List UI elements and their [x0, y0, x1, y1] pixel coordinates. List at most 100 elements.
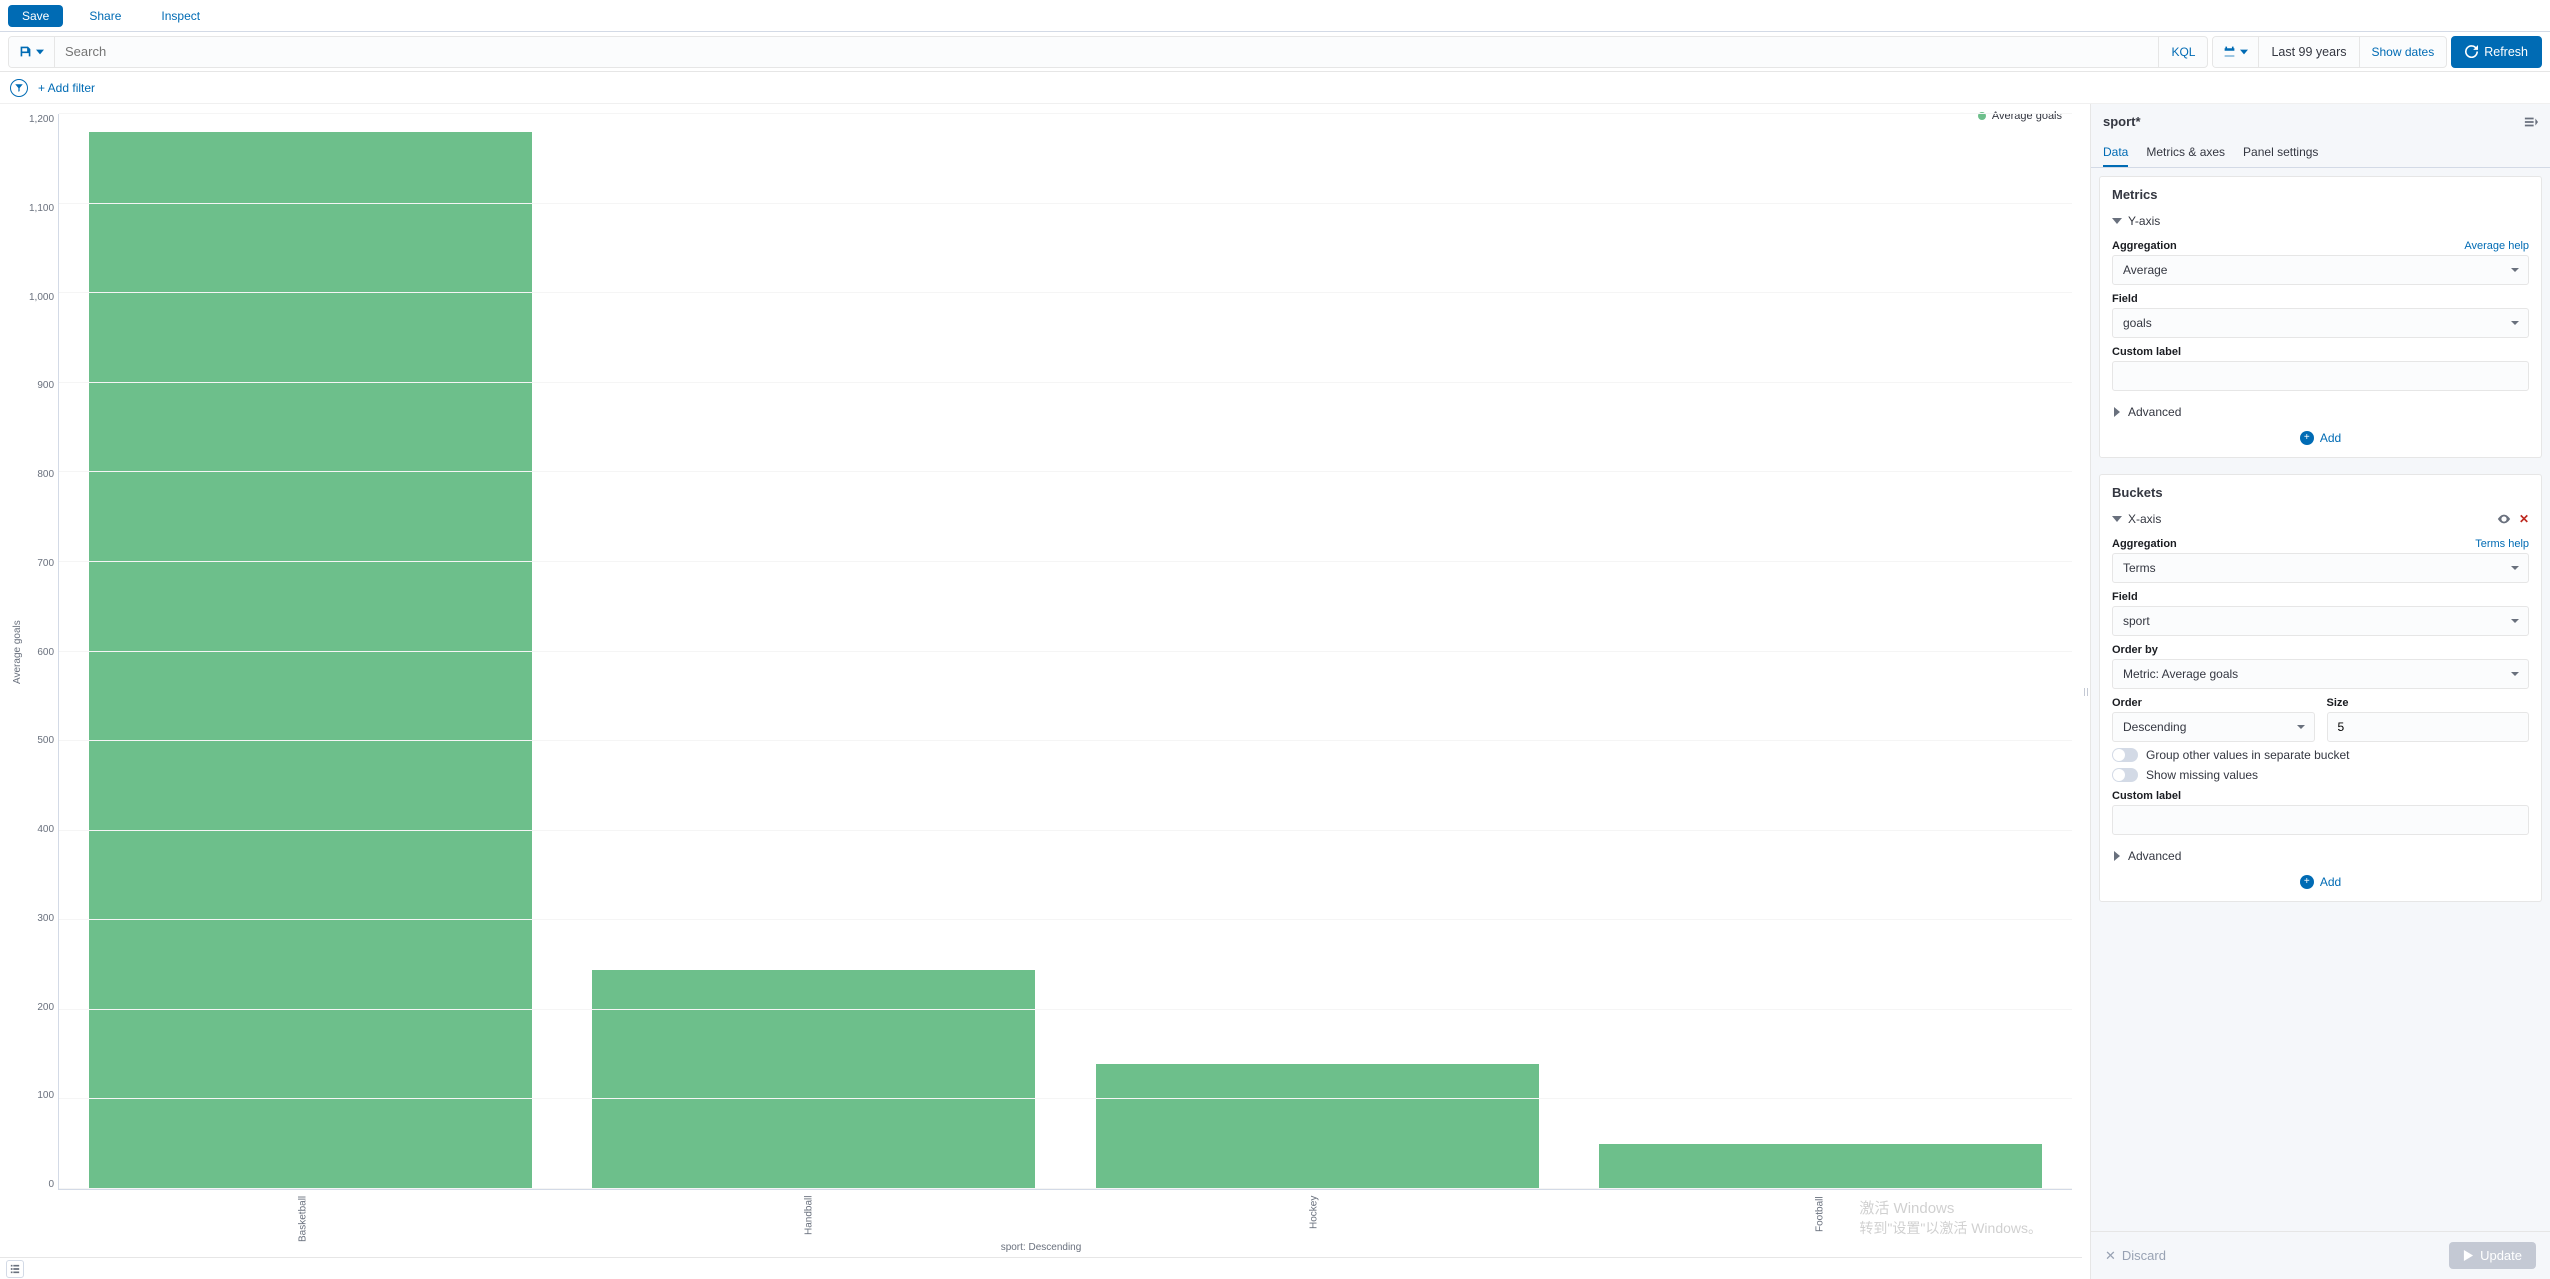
chart-bottom-bar [0, 1257, 2082, 1279]
grip-icon [2083, 682, 2089, 702]
filter-bar: + Add filter [0, 72, 2550, 104]
panel-collapse-icon[interactable] [2524, 115, 2538, 129]
chart-column: Average goals Average goals 1,2001,1001,… [0, 104, 2082, 1279]
show-missing-label: Show missing values [2146, 768, 2258, 782]
show-missing-toggle-row: Show missing values [2112, 768, 2529, 782]
toggle-visibility-button[interactable] [2497, 512, 2511, 526]
show-missing-toggle[interactable] [2112, 768, 2138, 782]
grid-line [59, 203, 2072, 204]
x-axis-label: sport: Descending [0, 1240, 2082, 1257]
refresh-button[interactable]: Refresh [2451, 36, 2542, 68]
list-icon [10, 1264, 20, 1274]
y-axis-label: Average goals [10, 114, 25, 1190]
tab-panel-settings[interactable]: Panel settings [2243, 139, 2318, 167]
search-bar: KQL Last 99 years Show dates Refresh [0, 32, 2550, 72]
aggregation-help-link[interactable]: Average help [2464, 240, 2529, 252]
add-label: Add [2320, 431, 2341, 445]
advanced-label: Advanced [2128, 405, 2181, 419]
panel-footer: ✕ Discard Update [2091, 1231, 2550, 1279]
orderby-label: Order by [2112, 644, 2529, 656]
date-picker-button[interactable] [2213, 37, 2259, 67]
grid-line [59, 919, 2072, 920]
bucket-advanced-accordion[interactable]: Advanced [2112, 845, 2529, 867]
aggregation-select[interactable] [2112, 255, 2529, 285]
field-select[interactable] [2112, 308, 2529, 338]
yaxis-accordion-header[interactable]: Y-axis [2112, 210, 2529, 232]
inspect-button[interactable]: Inspect [147, 5, 214, 27]
grid-line [59, 561, 2072, 562]
search-input[interactable] [55, 37, 2158, 67]
kql-toggle[interactable]: KQL [2158, 37, 2207, 67]
grid-line [59, 651, 2072, 652]
size-input[interactable] [2327, 712, 2530, 742]
buckets-section: Buckets X-axis ✕ Aggregation Terms help … [2099, 474, 2542, 902]
metrics-section: Metrics Y-axis Aggregation Average help … [2099, 176, 2542, 458]
bar-slot [562, 114, 1065, 1189]
bar[interactable] [1096, 1064, 1539, 1189]
save-button[interactable]: Save [8, 5, 63, 27]
index-pattern-title: sport* [2103, 114, 2141, 129]
bar[interactable] [1599, 1144, 2042, 1189]
show-dates-button[interactable]: Show dates [2359, 37, 2447, 67]
group-other-toggle-row: Group other values in separate bucket [2112, 748, 2529, 762]
bucket-aggregation-help-link[interactable]: Terms help [2475, 538, 2529, 550]
bucket-field-select[interactable] [2112, 606, 2529, 636]
bar[interactable] [592, 970, 1035, 1189]
chart-plot-area [58, 114, 2072, 1190]
tab-data[interactable]: Data [2103, 139, 2128, 167]
grid-line [59, 1188, 2072, 1189]
group-other-toggle[interactable] [2112, 748, 2138, 762]
bucket-aggregation-select[interactable] [2112, 553, 2529, 583]
date-range-text[interactable]: Last 99 years [2259, 37, 2358, 67]
y-tick: 0 [29, 1179, 54, 1190]
editor-tabs: Data Metrics & axes Panel settings [2091, 139, 2550, 168]
custom-label-input[interactable] [2112, 361, 2529, 391]
advanced-accordion[interactable]: Advanced [2112, 401, 2529, 423]
close-icon: ✕ [2105, 1248, 2116, 1264]
y-tick: 1,200 [29, 114, 54, 125]
grid-line [59, 830, 2072, 831]
orderby-select[interactable] [2112, 659, 2529, 689]
aggregation-label: Aggregation Average help [2112, 240, 2529, 252]
add-filter-button[interactable]: + Add filter [38, 81, 95, 95]
filter-edit-icon [14, 83, 24, 93]
buckets-heading: Buckets [2112, 485, 2529, 500]
tab-metrics-axes[interactable]: Metrics & axes [2146, 139, 2225, 167]
x-tick: Hockey [1061, 1196, 1567, 1240]
y-tick: 800 [29, 469, 54, 480]
grid-line [59, 292, 2072, 293]
size-label: Size [2327, 697, 2530, 709]
plus-icon: + [2300, 875, 2314, 889]
y-tick: 500 [29, 735, 54, 746]
update-button[interactable]: Update [2449, 1242, 2536, 1269]
xaxis-accordion-header[interactable]: X-axis ✕ [2112, 508, 2529, 530]
saved-query-menu-button[interactable] [9, 37, 55, 67]
discard-button[interactable]: ✕ Discard [2105, 1242, 2166, 1269]
buckets-add-button[interactable]: + Add [2112, 867, 2529, 891]
y-tick: 100 [29, 1090, 54, 1101]
filter-options-button[interactable] [10, 79, 28, 97]
chart-grid-toggle-button[interactable] [6, 1260, 24, 1278]
bar[interactable] [89, 132, 532, 1189]
y-tick: 600 [29, 647, 54, 658]
grid-line [59, 471, 2072, 472]
add-label: Add [2320, 875, 2341, 889]
metrics-heading: Metrics [2112, 187, 2529, 202]
x-tick: Handball [556, 1196, 1062, 1240]
panel-resize-handle[interactable] [2082, 104, 2090, 1279]
y-tick: 900 [29, 380, 54, 391]
share-button[interactable]: Share [75, 5, 135, 27]
y-tick: 1,000 [29, 292, 54, 303]
grid-line [59, 740, 2072, 741]
remove-bucket-button[interactable]: ✕ [2519, 512, 2529, 526]
field-label: Field [2112, 293, 2529, 305]
chart-body: Average goals 1,2001,1001,00090080070060… [0, 104, 2082, 1194]
calendar-icon [2223, 45, 2236, 58]
order-select[interactable] [2112, 712, 2315, 742]
bucket-custom-label-input[interactable] [2112, 805, 2529, 835]
date-range-group: Last 99 years Show dates [2212, 36, 2447, 68]
bucket-aggregation-label: Aggregation Terms help [2112, 538, 2529, 550]
metrics-add-button[interactable]: + Add [2112, 423, 2529, 447]
y-tick: 400 [29, 824, 54, 835]
grid-line [59, 382, 2072, 383]
